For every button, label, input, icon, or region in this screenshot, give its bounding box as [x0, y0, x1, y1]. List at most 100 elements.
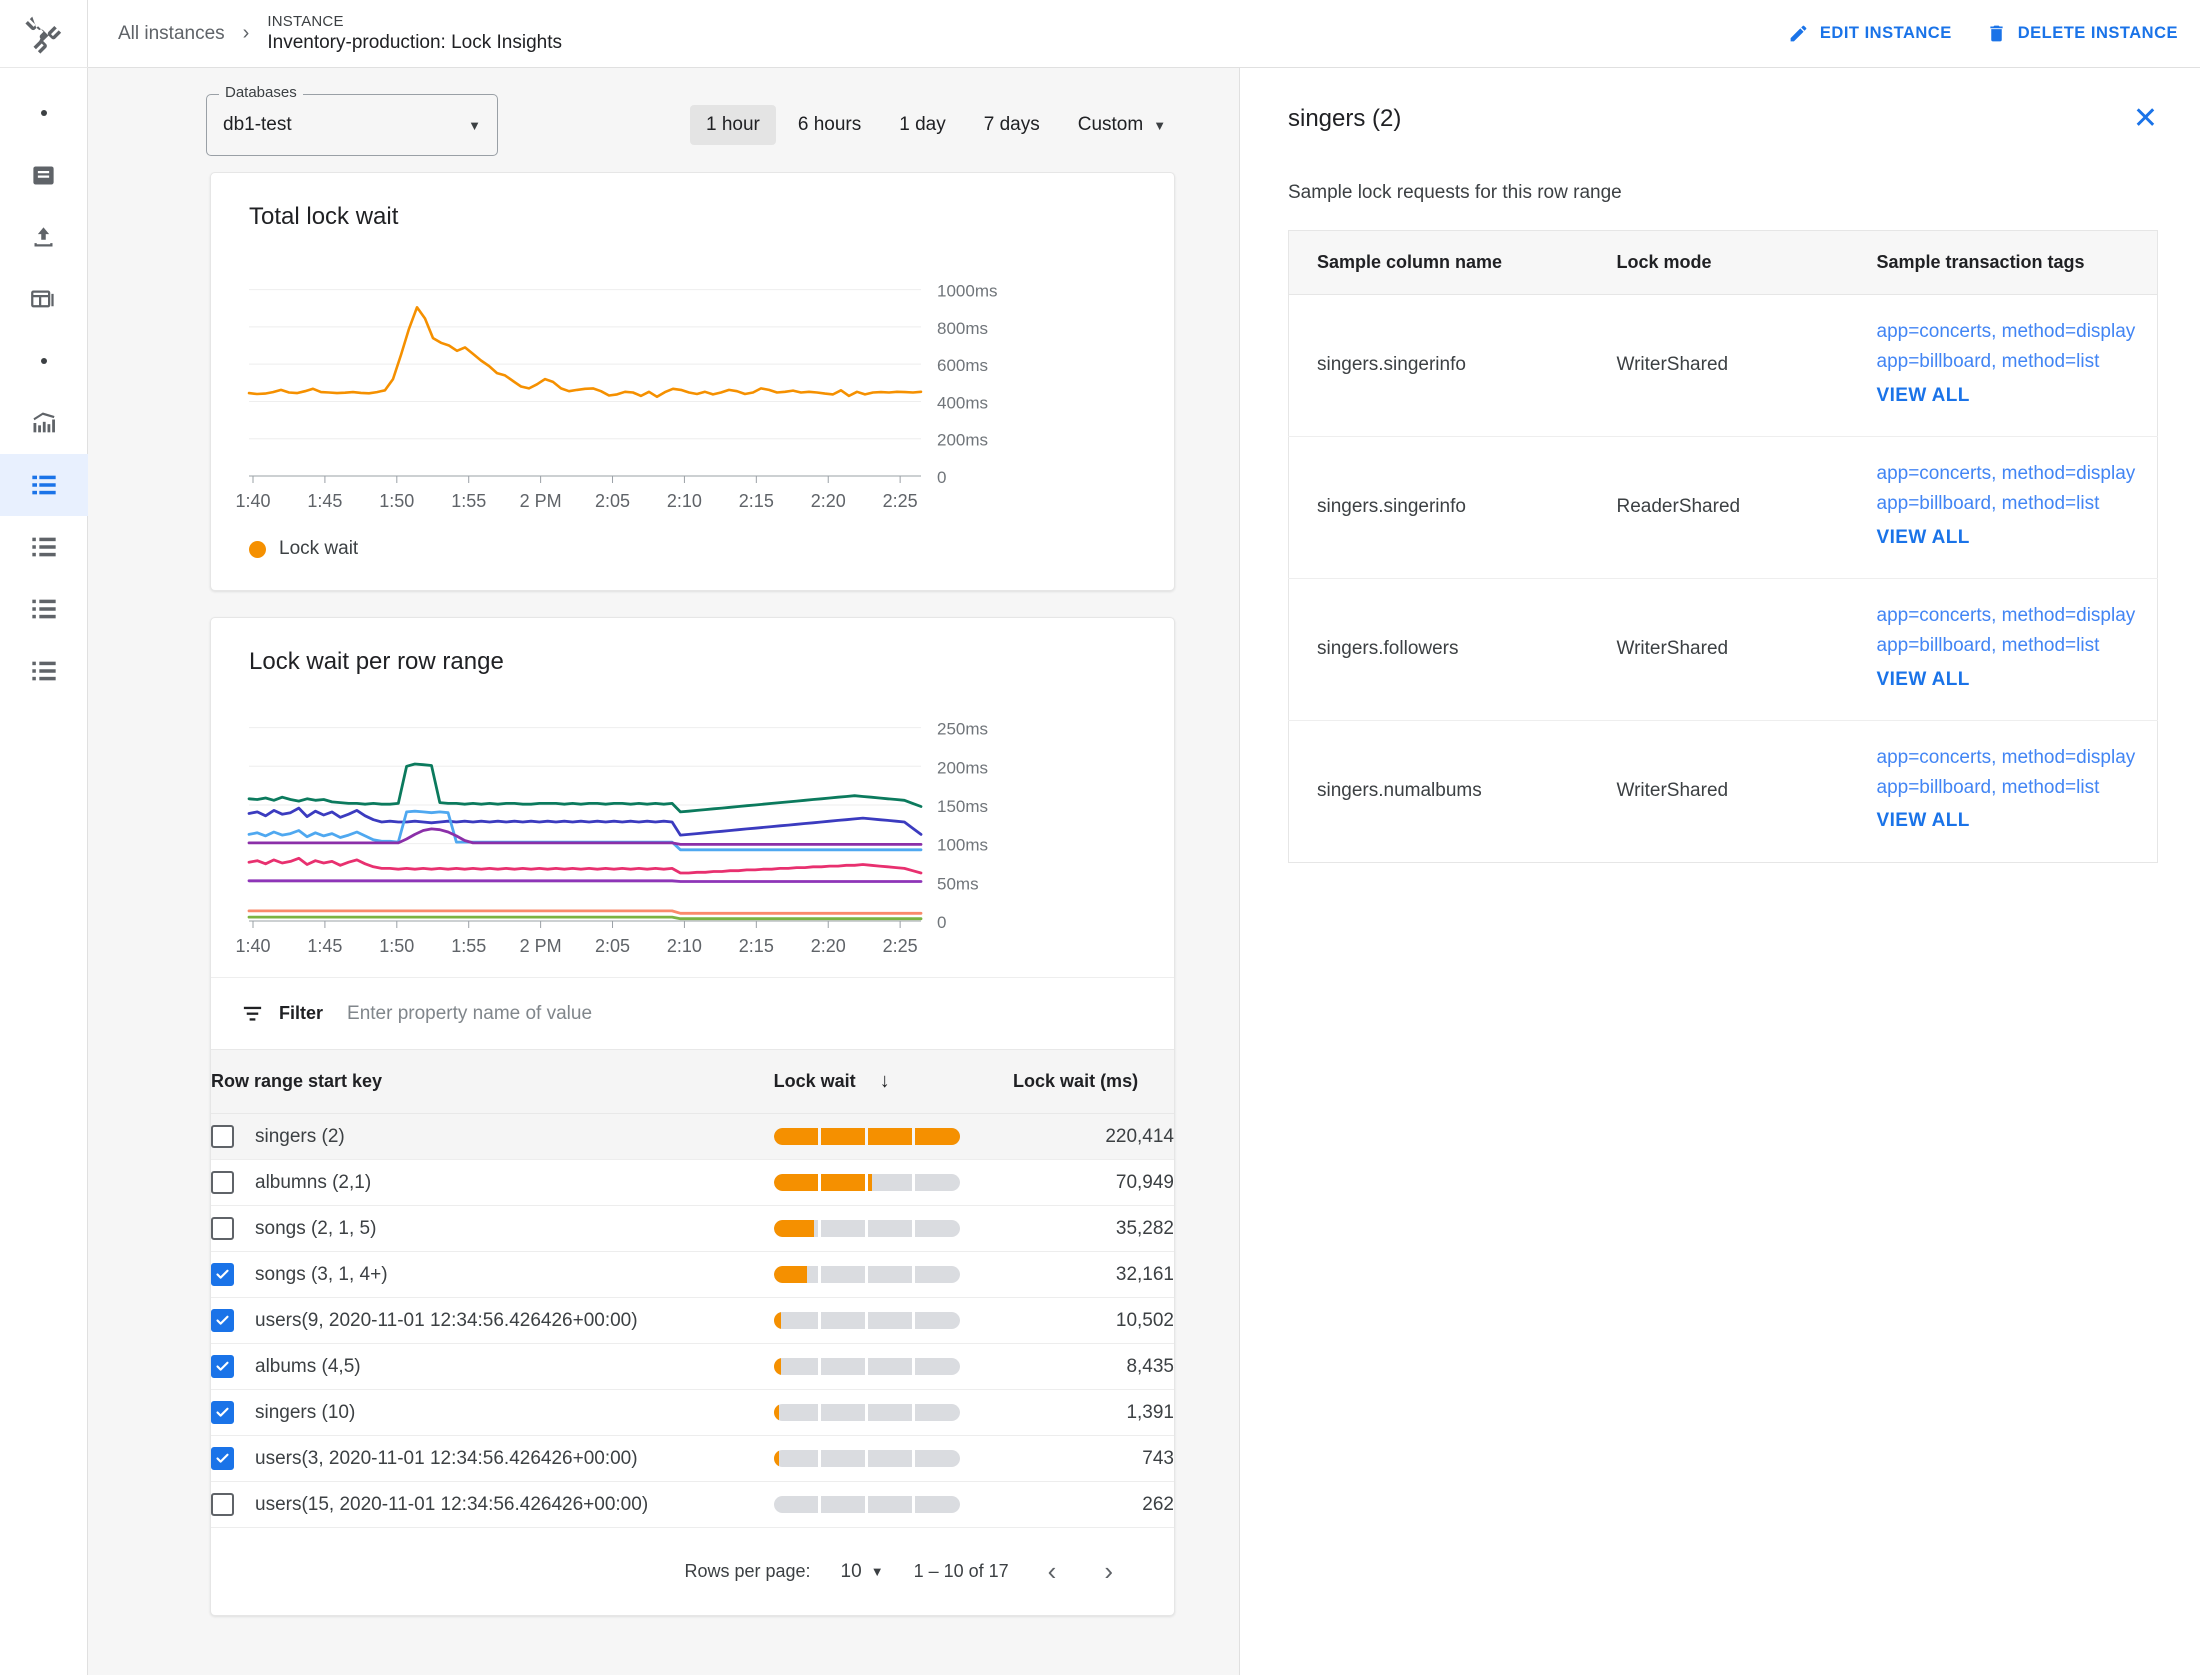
range-custom[interactable]: Custom ▼ — [1062, 105, 1182, 145]
view-all-link[interactable]: VIEW ALL — [1877, 803, 2158, 839]
rail-dot-1[interactable] — [0, 82, 88, 144]
details-panel-title: singers (2) — [1288, 105, 1402, 132]
app-root: All instances › INSTANCE Inventory-produ… — [0, 0, 2200, 1675]
table-row[interactable]: users(15, 2020-11-01 12:34:56.426426+00:… — [211, 1481, 1174, 1528]
table-row[interactable]: songs (3, 1, 4+) 32,161 — [211, 1251, 1174, 1298]
sample-table-row: singers.singerinfo WriterShared app=concer… — [1288, 294, 2158, 437]
chart2-wrap: 0 50ms 100ms 150ms 200ms 250ms 1:40 1:45 1:50 1:5… — [211, 676, 1174, 977]
range-1-day[interactable]: 1 day — [883, 105, 961, 145]
delete-instance-button[interactable]: DELETE INSTANCE — [1986, 23, 2178, 44]
svg-text:2:25: 2:25 — [883, 491, 918, 511]
total-lock-wait-chart[interactable]: 0 200ms 400ms 600ms 800ms 1000ms 1:40 1:45 1:50 1… — [211, 253, 1211, 528]
view-all-link[interactable]: VIEW ALL — [1877, 378, 2158, 414]
filter-input[interactable] — [347, 1002, 868, 1025]
rail-item-list-3[interactable] — [0, 578, 88, 640]
rail-item-lock-insights[interactable] — [0, 454, 88, 516]
transaction-tag-link[interactable]: app=billboard, method=list — [1877, 773, 2158, 803]
breadcrumb-all-instances[interactable]: All instances — [118, 23, 225, 45]
sample-table-row: singers.singerinfo ReaderShared app=concer… — [1288, 436, 2158, 579]
total-lock-wait-card: Total lock wait 0 200ms 400ms 600ms 800ms 100… — [210, 172, 1175, 591]
svg-text:600ms: 600ms — [937, 356, 988, 375]
tools-wrench-icon[interactable] — [0, 0, 88, 68]
rail-item-list-2[interactable] — [0, 516, 88, 578]
transaction-tag-link[interactable]: app=concerts, method=display — [1877, 601, 2158, 631]
content-split: Databases db1-test ▼ 1 hour 6 hours 1 da… — [88, 68, 2200, 1675]
table-row[interactable]: users(3, 2020-11-01 12:34:56.426426+00:0… — [211, 1435, 1174, 1482]
filter-icon[interactable] — [241, 1002, 264, 1025]
bar-segment — [915, 1404, 960, 1421]
close-icon[interactable]: ✕ — [2133, 104, 2158, 134]
column-row-range-start-key[interactable]: Row range start key — [211, 1049, 774, 1114]
column-sample-column-name: Sample column name — [1288, 230, 1589, 295]
column-lock-wait-ms[interactable]: Lock wait (ms) — [1013, 1049, 1174, 1114]
range-1-hour[interactable]: 1 hour — [690, 105, 776, 145]
row-checkbox[interactable] — [211, 1447, 234, 1470]
bar-segment — [915, 1358, 960, 1375]
upload-icon — [34, 226, 53, 246]
edit-instance-button[interactable]: EDIT INSTANCE — [1788, 23, 1952, 44]
transaction-tag-link[interactable]: app=billboard, method=list — [1877, 347, 2158, 377]
legend-label-lock-wait: Lock wait — [279, 538, 359, 559]
table-row[interactable]: singers (2) 220,414 — [211, 1113, 1174, 1160]
sample-column-name: singers.numalbums — [1317, 780, 1482, 802]
rows-per-page-select[interactable]: 10 ▼ — [841, 1561, 884, 1583]
rail-item-import[interactable] — [0, 206, 88, 268]
range-7-days[interactable]: 7 days — [968, 105, 1056, 145]
view-all-link[interactable]: VIEW ALL — [1877, 662, 2158, 698]
row-checkbox[interactable] — [211, 1355, 234, 1378]
lock-wait-bar — [773, 1266, 960, 1283]
svg-text:1:55: 1:55 — [451, 936, 486, 956]
row-key-cell: singers (2) — [211, 1113, 774, 1160]
bar-segment — [820, 1450, 866, 1467]
svg-text:0: 0 — [937, 468, 946, 487]
pencil-icon — [1790, 25, 1807, 42]
rail-item-window[interactable] — [0, 268, 88, 330]
main-column: All instances › INSTANCE Inventory-produ… — [88, 0, 2200, 1675]
column-lock-wait[interactable]: Lock wait ↓ — [773, 1049, 1014, 1114]
transaction-tag-link[interactable]: app=concerts, method=display — [1877, 459, 2158, 489]
rail-item-list-4[interactable] — [0, 640, 88, 702]
row-checkbox[interactable] — [211, 1263, 234, 1286]
breadcrumb-separator-icon: › — [242, 22, 250, 44]
lock-wait-table-head: Row range start key Lock wait ↓ Lock wait… — [211, 1049, 1174, 1114]
transaction-tag-link[interactable]: app=billboard, method=list — [1877, 631, 2158, 661]
row-lock-wait-ms: 8,435 — [1013, 1343, 1174, 1390]
bar-segment — [820, 1220, 866, 1237]
sample-transaction-tags: app=concerts, method=display app=billboar… — [1848, 578, 2158, 721]
lock-mode: WriterShared — [1588, 294, 1849, 437]
range-6-hours[interactable]: 6 hours — [782, 105, 877, 145]
transaction-tag-link[interactable]: app=concerts, method=display — [1877, 743, 2158, 773]
row-checkbox[interactable] — [211, 1401, 234, 1424]
rail-dot-2[interactable] — [0, 330, 88, 392]
table-row[interactable]: albums (4,5) 8,435 — [211, 1343, 1174, 1390]
view-all-link[interactable]: VIEW ALL — [1877, 520, 2158, 556]
transaction-tag-link[interactable]: app=concerts, method=display — [1877, 317, 2158, 347]
row-checkbox[interactable] — [211, 1125, 234, 1148]
bar-segment — [773, 1496, 818, 1513]
details-panel: singers (2) ✕ Sample lock requests for t… — [1240, 68, 2200, 1675]
dot-icon — [40, 110, 47, 116]
column-lock-wait-label: Lock wait — [773, 1071, 856, 1091]
table-row[interactable]: albumns (2,1) 70,949 — [211, 1159, 1174, 1206]
row-checkbox[interactable] — [211, 1493, 234, 1516]
table-row[interactable]: songs (2, 1, 5) 35,282 — [211, 1205, 1174, 1252]
rail-item-database[interactable] — [0, 144, 88, 206]
previous-page-button[interactable]: ‹ — [1039, 1556, 1066, 1587]
bar-segment — [915, 1450, 960, 1467]
database-icon — [33, 166, 54, 184]
lock-wait-per-row-range-chart[interactable]: 0 50ms 100ms 150ms 200ms 250ms 1:40 1:45 1:50 1:5… — [211, 698, 1211, 973]
database-select[interactable]: Databases db1-test ▼ — [206, 84, 498, 156]
row-checkbox[interactable] — [211, 1309, 234, 1332]
row-checkbox[interactable] — [211, 1171, 234, 1194]
transaction-tag-link[interactable]: app=billboard, method=list — [1877, 489, 2158, 519]
table-row[interactable]: singers (10) 1,391 — [211, 1389, 1174, 1436]
row-checkbox[interactable] — [211, 1217, 234, 1240]
rail-item-monitoring[interactable] — [0, 392, 88, 454]
trash-icon — [1990, 25, 2003, 42]
lock-mode: WriterShared — [1616, 780, 1729, 802]
table-row[interactable]: users(9, 2020-11-01 12:34:56.426426+00:0… — [211, 1297, 1174, 1344]
sort-descending-icon: ↓ — [879, 1070, 890, 1092]
row-key-label: albums (4,5) — [255, 1355, 361, 1377]
next-page-button[interactable]: › — [1095, 1556, 1122, 1587]
svg-text:1:40: 1:40 — [235, 491, 270, 511]
